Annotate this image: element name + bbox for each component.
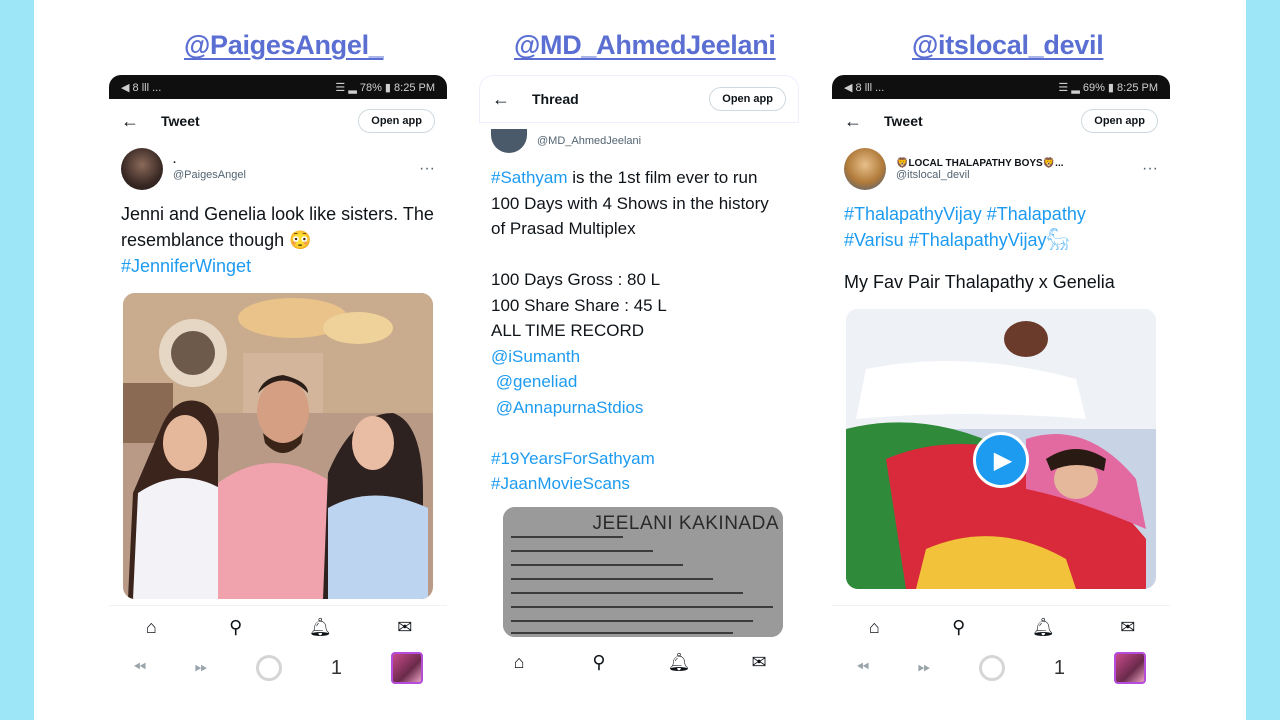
home-circle-button[interactable] bbox=[979, 655, 1006, 681]
more-icon[interactable]: ··· bbox=[1142, 160, 1158, 178]
more-icon[interactable]: ··· bbox=[419, 160, 435, 178]
tweet-video[interactable]: ▶ bbox=[846, 309, 1156, 589]
author-handle: @MD_AhmedJeelani bbox=[537, 135, 642, 147]
hashtags-line-2[interactable]: #Varisu #ThalapathyVijay𓃵 bbox=[844, 230, 1069, 250]
bottom-nav: ⌂ ⚲ 🔔︎ ✉ bbox=[832, 605, 1170, 649]
handle-itslocal-devil[interactable]: @itslocal_devil bbox=[912, 30, 1104, 61]
status-left: ◀ 8 lll ... bbox=[121, 81, 162, 94]
status-left: ◀ 8 lll ... bbox=[844, 81, 885, 94]
forward-icon[interactable]: ⏩︎ bbox=[195, 659, 208, 677]
mail-icon[interactable]: ✉ bbox=[1117, 617, 1139, 639]
bell-icon[interactable]: 🔔︎ bbox=[309, 617, 332, 639]
open-app-button[interactable]: Open app bbox=[1081, 109, 1158, 133]
thumbnail-avatar[interactable] bbox=[1113, 652, 1146, 684]
back-arrow-icon[interactable]: ← bbox=[844, 111, 884, 132]
tweet-photo[interactable] bbox=[123, 293, 433, 599]
thumbnail-avatar[interactable] bbox=[390, 652, 423, 684]
search-icon[interactable]: ⚲ bbox=[948, 617, 970, 639]
bell-icon[interactable]: 🔔︎ bbox=[668, 651, 691, 673]
bell-icon[interactable]: 🔔︎ bbox=[1032, 617, 1055, 639]
handle-md-ahmedjeelani[interactable]: @MD_AhmedJeelani bbox=[514, 30, 776, 61]
hashtag-link[interactable]: #JenniferWinget bbox=[121, 256, 251, 276]
open-app-button[interactable]: Open app bbox=[709, 87, 786, 111]
open-app-button[interactable]: Open app bbox=[358, 109, 435, 133]
mail-icon[interactable]: ✉ bbox=[394, 617, 416, 639]
status-bar: ◀ 8 lll ... ☰ ▂ 69% ▮ 8:25 PM bbox=[832, 75, 1170, 99]
search-icon[interactable]: ⚲ bbox=[225, 617, 247, 639]
tweet-text: Jenni and Genelia look like sisters. The… bbox=[109, 195, 447, 285]
phone-screenshot-2: ← Thread Open app @MD_AhmedJeelani #Sath… bbox=[479, 75, 799, 705]
bottom-nav: ⌂ ⚲ 🔔︎ ✉ bbox=[479, 640, 799, 684]
tab-count[interactable]: 1 bbox=[1054, 657, 1065, 680]
avatar[interactable] bbox=[844, 148, 886, 190]
system-nav: ⏪︎ ⏩︎ 1 bbox=[832, 645, 1170, 691]
home-icon[interactable]: ⌂ bbox=[863, 617, 885, 639]
top-bar-title: Thread bbox=[532, 91, 579, 107]
home-icon[interactable]: ⌂ bbox=[140, 617, 162, 639]
top-bar: ← Tweet Open app bbox=[832, 99, 1170, 143]
status-bar: ◀ 8 lll ... ☰ ▂ 78% ▮ 8:25 PM bbox=[109, 75, 447, 99]
hashtag-jaan[interactable]: #JaanMovieScans bbox=[491, 474, 630, 493]
image-caption: JEELANI KAKINADA bbox=[592, 512, 779, 534]
author-handle: @itslocal_devil bbox=[896, 168, 970, 181]
rewind-icon[interactable]: ⏪︎ bbox=[133, 659, 146, 677]
phone-screenshot-1: ◀ 8 lll ... ☰ ▂ 78% ▮ 8:25 PM ← Tweet Op… bbox=[109, 75, 447, 705]
author-name: · bbox=[173, 157, 177, 169]
forward-icon[interactable]: ⏩︎ bbox=[918, 659, 931, 677]
status-right: ☰ ▂ 78% ▮ 8:25 PM bbox=[335, 81, 435, 94]
status-right: ☰ ▂ 69% ▮ 8:25 PM bbox=[1058, 81, 1158, 94]
top-bar-title: Tweet bbox=[161, 113, 200, 129]
canvas: @PaigesAngel_ @MD_AhmedJeelani @itslocal… bbox=[34, 0, 1246, 720]
top-bar: ← Tweet Open app bbox=[109, 99, 447, 143]
share-line: 100 Share Share : 45 L bbox=[491, 295, 667, 315]
record-line: ALL TIME RECORD bbox=[491, 321, 645, 340]
mention-annapurna[interactable]: @AnnapurnaStdios bbox=[496, 398, 644, 417]
top-bar: ← Thread Open app bbox=[479, 75, 799, 123]
avatar[interactable] bbox=[491, 129, 527, 153]
tweet-text: #Sathyam is the 1st film ever to run 100… bbox=[479, 159, 799, 503]
tweet-author[interactable]: · @PaigesAngel ··· bbox=[109, 143, 447, 195]
play-button[interactable]: ▶ bbox=[973, 432, 1029, 488]
bottom-nav: ⌂ ⚲ 🔔︎ ✉ bbox=[109, 605, 447, 649]
group-photo-image bbox=[123, 293, 433, 599]
author-name: 🦁LOCAL THALAPATHY BOYS🦁... bbox=[896, 157, 1064, 169]
play-icon: ▶ bbox=[993, 446, 1013, 474]
home-circle-button[interactable] bbox=[256, 655, 283, 681]
mail-icon[interactable]: ✉ bbox=[748, 651, 770, 673]
top-bar-title: Tweet bbox=[884, 113, 923, 129]
handle-paigesangel[interactable]: @PaigesAngel_ bbox=[184, 30, 384, 61]
tweet-body: My Fav Pair Thalapathy x Genelia bbox=[844, 272, 1115, 292]
gross-line: 100 Days Gross : 80 L bbox=[491, 270, 661, 289]
home-icon[interactable]: ⌂ bbox=[508, 651, 530, 673]
author-handle: @PaigesAngel bbox=[173, 169, 246, 181]
back-arrow-icon[interactable]: ← bbox=[121, 111, 161, 132]
avatar[interactable] bbox=[121, 148, 163, 190]
search-icon[interactable]: ⚲ bbox=[588, 651, 610, 673]
tweet-text: #ThalapathyVijay #Thalapathy #Varisu #Th… bbox=[832, 195, 1170, 301]
hashtag-19years[interactable]: #19YearsForSathyam bbox=[491, 449, 655, 468]
tweet-author[interactable]: @MD_AhmedJeelani bbox=[479, 123, 799, 159]
tweet-author[interactable]: 🦁LOCAL THALAPATHY BOYS🦁... @itslocal_dev… bbox=[832, 143, 1170, 195]
rewind-icon[interactable]: ⏪︎ bbox=[856, 659, 869, 677]
mention-isumanth[interactable]: @iSumanth bbox=[491, 347, 580, 366]
phone-screenshot-3: ◀ 8 lll ... ☰ ▂ 69% ▮ 8:25 PM ← Tweet Op… bbox=[832, 75, 1170, 705]
newspaper-scan-image[interactable]: JEELANI KAKINADA bbox=[503, 506, 783, 637]
hashtags-line-1[interactable]: #ThalapathyVijay #Thalapathy bbox=[844, 204, 1086, 224]
hashtag-sathyam[interactable]: #Sathyam bbox=[491, 168, 568, 187]
system-nav: ⏪︎ ⏩︎ 1 bbox=[109, 645, 447, 691]
mention-geneliad[interactable]: @geneliad bbox=[496, 372, 578, 391]
tweet-body: Jenni and Genelia look like sisters. The… bbox=[121, 204, 434, 250]
back-arrow-icon[interactable]: ← bbox=[492, 89, 532, 110]
tab-count[interactable]: 1 bbox=[331, 657, 342, 680]
